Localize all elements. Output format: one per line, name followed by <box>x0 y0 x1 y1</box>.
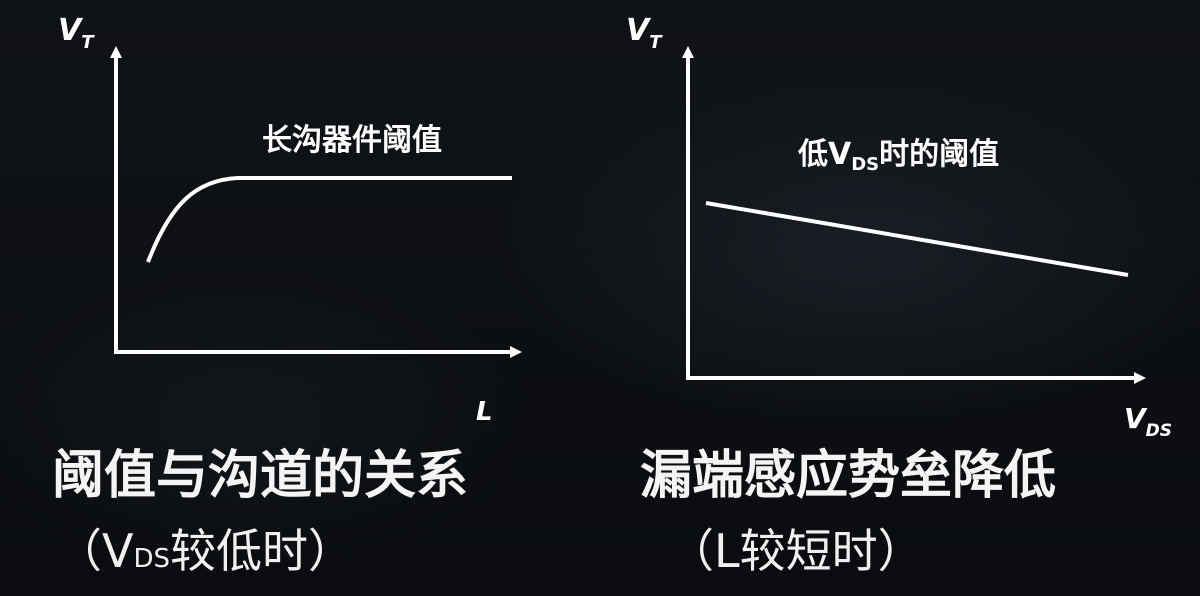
right-graph: VT VDS 低VDS时的阈值 <box>626 13 1172 441</box>
left-curve-label: 长沟器件阈值 <box>262 123 442 158</box>
right-caption-subtitle: （L较短时） <box>668 524 924 578</box>
left-caption-sub-rest: 较低时） <box>170 524 354 578</box>
left-caption-sub-small: DS <box>133 544 170 574</box>
right-line-label: 低VDS时的阈值 <box>797 137 999 175</box>
right-y-axis-subscript: T <box>649 32 663 53</box>
left-threshold-curve <box>146 176 512 263</box>
diagram-canvas: VT L 长沟器件阈值 VT VDS 低VDS时的阈值 <box>58 13 1172 441</box>
right-x-axis-subscript: DS <box>1146 421 1172 441</box>
right-line-label-subscript: DS <box>851 154 879 175</box>
right-y-axis-label: VT <box>626 13 663 53</box>
left-caption-subtitle: （VDS较低时） <box>56 528 354 574</box>
right-threshold-line <box>705 201 1129 277</box>
left-graph: VT L 长沟器件阈值 <box>58 13 522 427</box>
left-x-axis-label: L <box>476 397 493 427</box>
right-x-axis-label: VDS <box>1124 402 1172 441</box>
left-caption-sub-open: （V <box>56 524 134 578</box>
left-y-axis-label: VT <box>58 13 95 53</box>
left-y-axis-subscript: T <box>81 32 95 53</box>
left-caption-title: 阈值与沟道的关系 <box>52 446 469 506</box>
right-caption-title: 漏端感应势垒降低 <box>640 446 1057 506</box>
